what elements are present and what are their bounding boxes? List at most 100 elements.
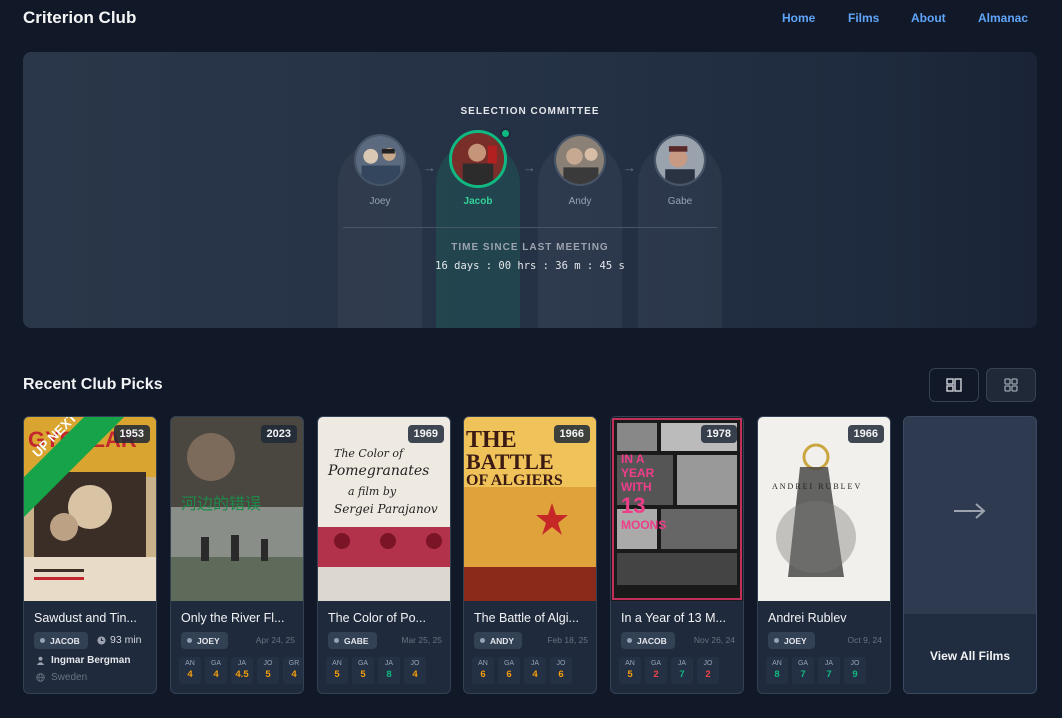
rating-label: JO	[410, 660, 420, 667]
pick-date: Nov 26, 24	[693, 635, 735, 645]
nav-home-link[interactable]: Home	[782, 11, 815, 25]
nav-almanac-link[interactable]: Almanac	[978, 11, 1028, 25]
rating-label: GA	[650, 660, 662, 667]
film-poster: THE BATTLE OF ALGIERS	[464, 417, 596, 601]
film-card[interactable]: IN A YEAR WITH 13 MOONS 1978 In a Year o…	[610, 416, 744, 694]
svg-text:a film by: a film by	[348, 485, 397, 498]
nav-about-link[interactable]: About	[911, 11, 946, 25]
rating-label: GA	[357, 660, 369, 667]
country-name: Sweden	[51, 672, 88, 683]
picker-name: JOEY	[784, 635, 807, 646]
rating-ja: JA 7	[818, 657, 840, 684]
rating-value: 4	[532, 669, 538, 680]
rating-value: 6	[506, 669, 512, 680]
film-poster: 河边的错误	[171, 417, 303, 601]
member-gabe[interactable]: Gabe	[638, 134, 722, 207]
rating-ga: GA 6	[498, 657, 520, 684]
rating-an: AN 8	[766, 657, 788, 684]
rating-value: 5	[627, 669, 633, 680]
rating-jo: JO 6	[550, 657, 572, 684]
grid-view-icon	[1004, 378, 1018, 392]
svg-text:MOONS: MOONS	[621, 518, 666, 532]
picker-badge: GABE	[328, 632, 377, 649]
picker-badge: JACOB	[34, 632, 88, 649]
rating-value: 4	[412, 669, 418, 680]
rating-ga: GA 2	[645, 657, 667, 684]
picker-badge: JACOB	[621, 632, 675, 649]
rating-label: AN	[772, 660, 782, 667]
picker-name: JOEY	[197, 635, 220, 646]
view-all-films-card[interactable]: View All Films	[903, 416, 1037, 694]
rating-jo: JO 5	[257, 657, 279, 684]
globe-icon	[36, 673, 45, 682]
film-card[interactable]: ANDREI RUBLEV 1966 Andrei Rublev JOEY Oc…	[757, 416, 891, 694]
person-icon	[36, 656, 45, 665]
svg-text:BATTLE: BATTLE	[466, 449, 554, 474]
meeting-timer: 16 days : 00 hrs : 36 m : 45 s	[435, 260, 625, 272]
film-poster: ANDREI RUBLEV	[758, 417, 890, 601]
member-name: Andy	[568, 196, 592, 207]
member-name: Jacob	[463, 196, 493, 207]
picker-dot	[334, 638, 339, 643]
svg-text:IN A: IN A	[621, 452, 645, 466]
picker-dot	[480, 638, 485, 643]
film-card[interactable]: THE BATTLE OF ALGIERS 1966 The Battle of…	[463, 416, 597, 694]
rating-value: 9	[852, 669, 858, 680]
member-andy[interactable]: Andy	[538, 134, 622, 207]
rating-ja: JA 8	[378, 657, 400, 684]
rating-value: 8	[386, 669, 392, 680]
rating-value: 6	[558, 669, 564, 680]
film-title: Andrei Rublev	[768, 611, 847, 625]
time-since-title: TIME SINCE LAST MEETING	[451, 242, 609, 253]
picker-name: JACOB	[637, 635, 667, 646]
member-jacob[interactable]: Jacob	[436, 130, 520, 207]
pick-date: Feb 18, 25	[547, 635, 588, 645]
picker-name: GABE	[344, 635, 369, 646]
year-badge: 1969	[407, 425, 444, 443]
rating-label: GA	[503, 660, 515, 667]
film-card[interactable]: GYCKLAR UP NEXT 1953 Sawdust and Tin... …	[23, 416, 157, 694]
rating-label: AN	[185, 660, 195, 667]
rating-an: AN 5	[326, 657, 348, 684]
country-row: Sweden	[36, 672, 87, 683]
rating-ga: GA 7	[792, 657, 814, 684]
grid-view-button[interactable]	[986, 368, 1036, 402]
member-joey[interactable]: Joey	[338, 134, 422, 207]
svg-text:Sergei Parajanov: Sergei Parajanov	[334, 502, 438, 516]
avatar	[354, 134, 406, 186]
director-name: Ingmar Bergman	[51, 655, 131, 666]
svg-text:ANDREI RUBLEV: ANDREI RUBLEV	[772, 482, 862, 491]
nav-films-link[interactable]: Films	[848, 11, 879, 25]
rating-value: 6	[480, 669, 486, 680]
picker-badge: JOEY	[181, 632, 228, 649]
top-nav: Criterion Club Home Films About Almanac	[0, 0, 1062, 36]
svg-text:YEAR: YEAR	[621, 466, 655, 480]
picker-badge: ANDY	[474, 632, 523, 649]
member-name: Gabe	[667, 196, 693, 207]
film-card[interactable]: 河边的错误 2023 Only the River Fl... JOEY Apr…	[170, 416, 304, 694]
year-badge: 1953	[113, 425, 150, 443]
list-view-button[interactable]	[929, 368, 979, 402]
director-row: Ingmar Bergman	[36, 655, 130, 666]
committee-title: SELECTION COMMITTEE	[460, 106, 600, 117]
svg-text:13: 13	[621, 493, 645, 518]
svg-text:The Color of: The Color of	[334, 447, 405, 460]
film-title: In a Year of 13 M...	[621, 611, 726, 625]
film-title: The Battle of Algi...	[474, 611, 579, 625]
brand-title[interactable]: Criterion Club	[23, 8, 136, 28]
picker-dot	[187, 638, 192, 643]
rating-value: 7	[826, 669, 832, 680]
film-card[interactable]: The Color of Pomegranates a film by Serg…	[317, 416, 451, 694]
picker-dot	[40, 638, 45, 643]
rating-value: 4	[187, 669, 193, 680]
selection-committee-panel: SELECTION COMMITTEE Joey → Jacob → Andy …	[23, 52, 1037, 328]
rating-label: JA	[677, 660, 687, 667]
ratings-row: AN 6 GA 6 JA 4 JO 6	[472, 657, 572, 684]
rating-value: 7	[679, 669, 685, 680]
picker-badge: JOEY	[768, 632, 815, 649]
rating-value: 5	[334, 669, 340, 680]
clock-icon	[97, 635, 106, 645]
film-title: Sawdust and Tin...	[34, 611, 137, 625]
divider	[343, 227, 717, 228]
rating-label: GA	[210, 660, 222, 667]
